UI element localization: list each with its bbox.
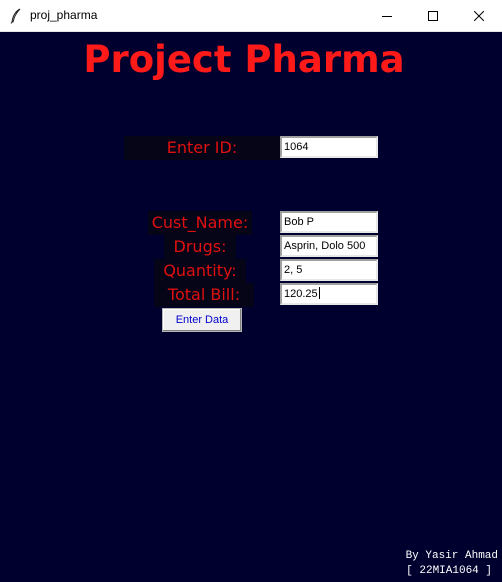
text-cursor [318,287,320,299]
page-title: Project Pharma [83,38,405,81]
total-bill-input[interactable]: 120.25 [280,283,378,305]
total-bill-value: 120.25 [284,288,318,300]
maximize-icon [428,10,438,21]
quantity-label: Quantity: [154,259,246,283]
quantity-input[interactable]: 2, 5 [280,259,378,281]
maximize-button[interactable] [410,0,456,31]
close-button[interactable] [456,0,502,31]
close-icon [474,10,484,21]
enter-data-button[interactable]: Enter Data [162,308,242,332]
total-bill-label: Total Bill: [154,283,254,307]
author-credit: By Yasir Ahmad [405,550,498,562]
drugs-input[interactable]: Asprin, Dolo 500 [280,235,378,257]
customer-name-input[interactable]: Bob P [280,211,378,233]
title-bar[interactable]: proj_pharma [0,0,502,32]
minimize-button[interactable] [364,0,410,31]
customer-name-label: Cust_Name: [148,211,252,235]
id-input[interactable]: 1064 [280,136,378,158]
author-id: [ 22MIA1064 ] [406,565,492,577]
feather-icon [9,8,23,24]
drugs-label: Drugs: [164,235,236,259]
window-title: proj_pharma [30,8,98,22]
app-window: proj_pharma Project Pharma Enter ID: 106… [0,0,502,582]
minimize-icon [382,11,392,21]
enter-id-label: Enter ID: [124,136,280,160]
